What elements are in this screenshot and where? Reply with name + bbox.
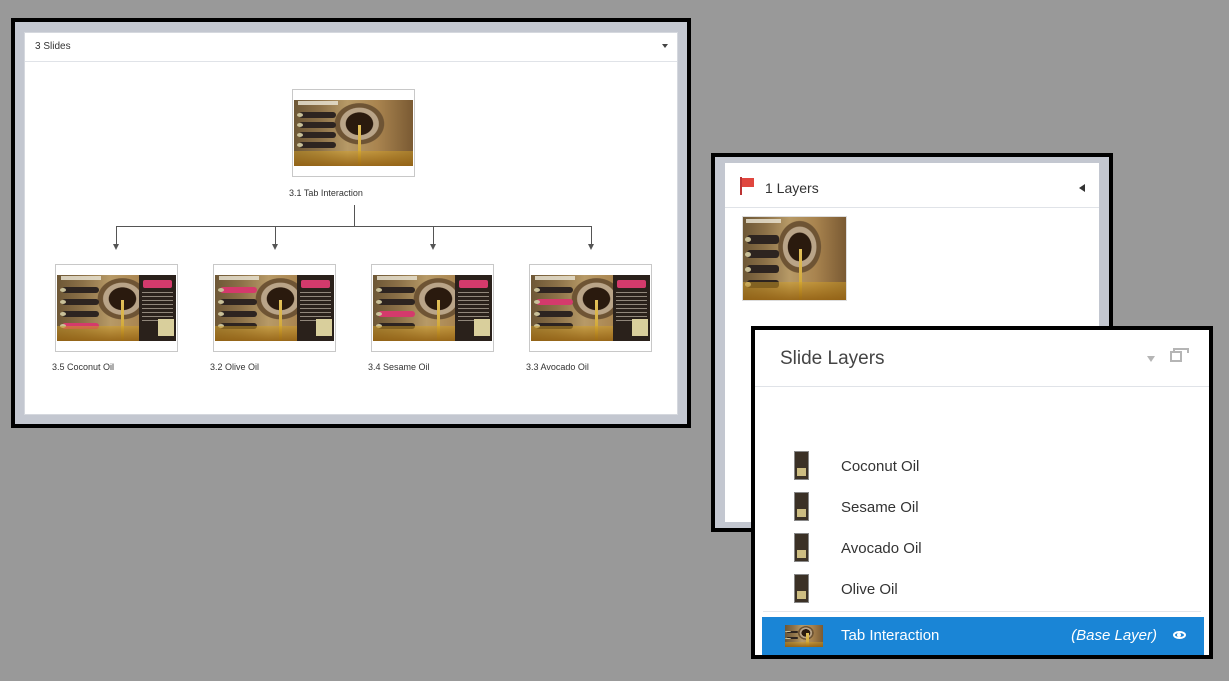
layer-thumbnail — [785, 625, 823, 647]
slide-thumbnail-avocado-oil[interactable] — [529, 264, 652, 352]
connector-line — [433, 226, 434, 244]
eye-icon[interactable] — [1173, 631, 1186, 639]
slide-label-olive-oil: 3.2 Olive Oil — [210, 362, 260, 372]
base-layer-tag: (Base Layer) — [1071, 627, 1157, 644]
layers-count-label: 1 Layers — [765, 180, 819, 196]
flag-icon — [740, 177, 754, 195]
slide-label-root: 3.1 Tab Interaction — [289, 188, 363, 198]
oil-pour-image — [531, 275, 650, 341]
connector-line — [591, 226, 592, 244]
slide-label-sesame-oil: 3.4 Sesame Oil — [368, 362, 430, 372]
connector-line — [116, 226, 592, 227]
layer-name: Sesame Oil — [841, 499, 919, 516]
arrow-down-icon — [430, 244, 436, 250]
slide-tree-canvas: 3 Slides 3.1 Tab Interaction 3.5 Coconut… — [24, 32, 678, 415]
chevron-down-icon[interactable] — [662, 44, 668, 48]
slide-thumbnail-coconut-oil[interactable] — [55, 264, 178, 352]
chevron-down-icon[interactable] — [1147, 356, 1155, 362]
slide-label-avocado-oil: 3.3 Avocado Oil — [526, 362, 589, 372]
oil-pour-image — [57, 275, 176, 341]
slide-thumbnail-olive-oil[interactable] — [213, 264, 336, 352]
layers-header[interactable]: 1 Layers — [725, 163, 1099, 208]
slide-thumbnail-sesame-oil[interactable] — [371, 264, 494, 352]
slides-dropdown[interactable]: 3 Slides — [25, 33, 677, 62]
slide-label-coconut-oil: 3.5 Coconut Oil — [52, 362, 115, 372]
layer-thumbnail — [794, 574, 809, 603]
slide-tree-panel: 3 Slides 3.1 Tab Interaction 3.5 Coconut… — [11, 18, 691, 428]
layer-thumbnail[interactable] — [742, 216, 847, 301]
connector-line — [116, 226, 117, 244]
layer-thumbnail — [794, 451, 809, 480]
oil-pour-image — [373, 275, 492, 341]
layer-row-avocado-oil[interactable]: Avocado Oil — [755, 528, 1209, 569]
oil-pour-image — [743, 217, 846, 300]
panel-title: Slide Layers — [780, 348, 885, 369]
oil-pour-image — [294, 100, 413, 166]
layer-name: Coconut Oil — [841, 458, 920, 475]
slides-dropdown-label: 3 Slides — [35, 41, 71, 52]
base-layer-row[interactable]: Tab Interaction (Base Layer) — [762, 617, 1204, 655]
connector-line — [354, 205, 355, 227]
arrow-down-icon — [272, 244, 278, 250]
arrow-down-icon — [113, 244, 119, 250]
divider — [755, 386, 1209, 387]
float-window-icon[interactable] — [1170, 348, 1189, 362]
collapse-arrow-icon[interactable] — [1079, 184, 1085, 192]
arrow-down-icon — [588, 244, 594, 250]
slide-layers-panel: Slide Layers Coconut Oil Sesame Oil Avoc… — [751, 326, 1213, 659]
layer-thumbnail — [794, 492, 809, 521]
layer-name: Olive Oil — [841, 581, 898, 598]
layer-thumbnail — [794, 533, 809, 562]
oil-pour-image — [215, 275, 334, 341]
connector-line — [275, 226, 276, 244]
layer-row-sesame-oil[interactable]: Sesame Oil — [755, 487, 1209, 528]
divider — [763, 611, 1201, 612]
layer-row-olive-oil[interactable]: Olive Oil — [755, 569, 1209, 610]
layer-row-coconut-oil[interactable]: Coconut Oil — [755, 446, 1209, 487]
slide-thumbnail-root[interactable] — [292, 89, 415, 177]
layer-name: Avocado Oil — [841, 540, 922, 557]
base-layer-name: Tab Interaction — [841, 627, 940, 644]
